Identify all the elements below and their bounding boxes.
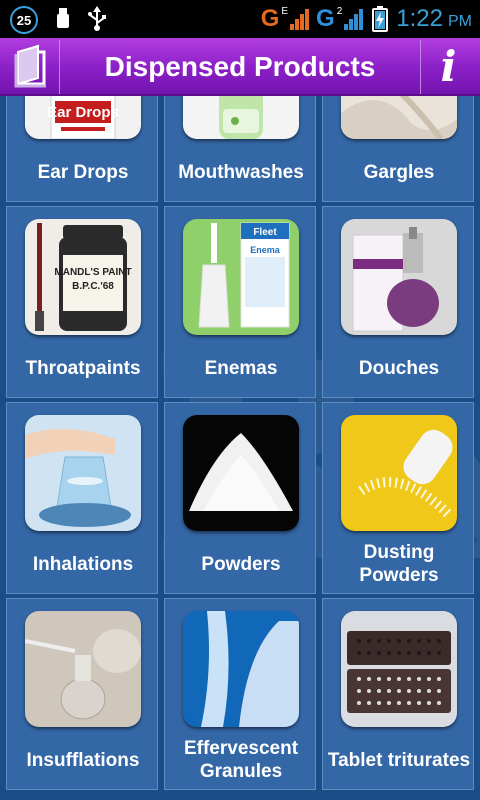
book-icon <box>14 44 46 88</box>
product-tile-insufflations[interactable]: Insufflations <box>6 598 158 790</box>
product-tile-enemas[interactable]: Fleet Enema Enemas <box>164 206 316 398</box>
network-type-2: G <box>316 5 335 32</box>
product-tile-throatpaints[interactable]: MANDL'S PAINT B.P.C.'68 Throatpaints <box>6 206 158 398</box>
signal-icon <box>290 9 310 30</box>
notification-count: 25 <box>16 12 32 28</box>
svg-text:B.P.C.'68: B.P.C.'68 <box>72 281 114 292</box>
product-label: Tablet triturates <box>327 749 471 771</box>
battery-charging-icon <box>372 6 389 32</box>
product-grid[interactable]: Rx Ear Drops Ear Drops Mouthwashes <box>0 96 480 800</box>
signal-icon-2 <box>344 9 364 30</box>
clock-time: 1:22 <box>396 5 443 32</box>
network-sub-2: 2 <box>336 6 343 17</box>
product-tile-inhalations[interactable]: Inhalations <box>6 402 158 594</box>
product-label: Mouthwashes <box>178 161 304 183</box>
mouthwashes-image <box>183 96 299 139</box>
dusting-powders-image <box>341 415 457 531</box>
notification-badge-icon[interactable]: 25 <box>10 6 38 34</box>
product-label: Dusting Powders <box>359 542 439 586</box>
clock-ampm: PM <box>448 13 472 30</box>
product-tile-tablet-triturates[interactable]: Tablet triturates <box>322 598 474 790</box>
ear-drops-image: Ear Drops <box>25 96 141 139</box>
page-title: Dispensed Products <box>104 51 376 82</box>
product-label: Enemas <box>204 357 278 379</box>
app-header: Dispensed Products i <box>0 38 480 96</box>
product-tile-effervescent-granules[interactable]: Effervescent Granules <box>164 598 316 790</box>
info-button[interactable]: i <box>420 40 476 94</box>
svg-text:MANDL'S PAINT: MANDL'S PAINT <box>54 267 131 278</box>
product-label: Douches <box>358 357 440 379</box>
product-tile-gargles[interactable]: Gargles <box>322 96 474 202</box>
ear-drops-image-text: Ear Drops <box>47 104 119 121</box>
tablet-triturates-image <box>341 611 457 727</box>
effervescent-granules-image <box>183 611 299 727</box>
product-tile-powders[interactable]: Powders <box>164 402 316 594</box>
product-tile-douches[interactable]: Douches <box>322 206 474 398</box>
product-label: Throatpaints <box>25 357 141 379</box>
gargles-image <box>341 96 457 139</box>
product-label: Gargles <box>363 161 435 183</box>
status-bar: 25 G E G 2 1:22 PM <box>0 0 480 38</box>
usb-debug-icon <box>57 8 69 28</box>
product-tile-ear-drops[interactable]: Ear Drops Ear Drops <box>6 96 158 202</box>
svg-text:Enema: Enema <box>250 245 281 255</box>
svg-text:Fleet: Fleet <box>253 227 277 238</box>
product-label: Effervescent Granules <box>183 738 299 782</box>
product-tile-mouthwashes[interactable]: Mouthwashes <box>164 96 316 202</box>
usb-icon <box>88 6 106 31</box>
product-label: Insufflations <box>26 749 140 771</box>
product-tile-dusting-powders[interactable]: Dusting Powders <box>322 402 474 594</box>
inhalations-image <box>25 415 141 531</box>
douches-image <box>341 219 457 335</box>
product-label: Powders <box>201 553 281 575</box>
product-label: Ear Drops <box>37 161 129 183</box>
throatpaints-image: MANDL'S PAINT B.P.C.'68 <box>25 219 141 335</box>
book-button[interactable] <box>4 40 60 94</box>
enemas-image: Fleet Enema <box>183 219 299 335</box>
network-type-1: G <box>260 5 280 32</box>
product-label: Inhalations <box>32 553 134 575</box>
insufflations-image <box>25 611 141 727</box>
info-icon: i <box>440 42 457 91</box>
network-sub-1: E <box>281 6 289 17</box>
powders-image <box>183 415 299 531</box>
